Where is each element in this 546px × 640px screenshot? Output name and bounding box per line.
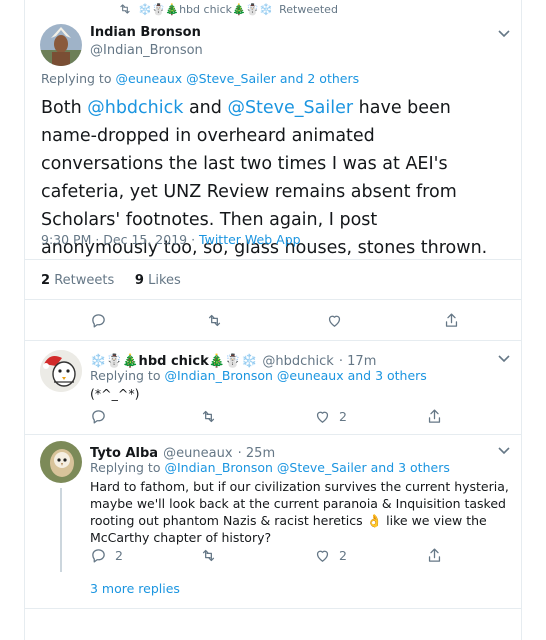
tweet-text-part: Both <box>41 98 88 118</box>
retweets-stat[interactable]: 2 Retweets <box>41 273 114 288</box>
retweeter-name[interactable]: ❄️☃️🎄hbd chick🎄☃️❄️ <box>138 3 273 16</box>
reply-time[interactable]: · 25m <box>238 446 275 461</box>
divider <box>24 340 522 341</box>
reply-author-name[interactable]: ❄️☃️🎄hbd chick🎄☃️❄️ <box>90 354 257 369</box>
replying-to: Replying to @Indian_Bronson @Steve_Saile… <box>90 460 450 475</box>
likes-stat[interactable]: 9 Likes <box>135 273 181 288</box>
tweet-text-part: and <box>183 98 228 118</box>
divider <box>24 259 522 260</box>
retweet-button[interactable] <box>200 547 217 564</box>
replying-prefix: Replying to <box>90 368 161 383</box>
replying-to: Replying to @Indian_Bronson @euneaux and… <box>90 368 427 383</box>
reply-button[interactable] <box>90 312 107 329</box>
avatar[interactable] <box>40 24 82 66</box>
mention-link[interactable]: @Steve_Sailer <box>227 98 353 118</box>
chevron-down-icon[interactable] <box>498 30 510 38</box>
author-block: Indian Bronson @Indian_Bronson <box>90 25 203 58</box>
share-icon <box>428 548 441 562</box>
share-button[interactable] <box>426 408 443 425</box>
likes-label: Likes <box>148 273 181 288</box>
like-count: 2 <box>339 409 347 424</box>
retweet-banner: ❄️☃️🎄hbd chick🎄☃️❄️ Retweeted <box>118 2 338 16</box>
like-icon <box>316 411 329 423</box>
more-replies-link[interactable]: 3 more replies <box>90 581 180 596</box>
like-icon <box>328 315 341 327</box>
replying-prefix: Replying to <box>41 71 112 86</box>
divider <box>24 434 522 435</box>
divider <box>24 299 522 300</box>
reply-icon <box>92 314 105 328</box>
reply-text: (*^_^*) <box>90 386 140 401</box>
like-count: 2 <box>339 548 347 563</box>
retweet-icon <box>202 410 215 423</box>
author-handle[interactable]: @Indian_Bronson <box>90 43 203 58</box>
reply-icon <box>92 549 105 563</box>
reply-author-handle[interactable]: @euneaux <box>163 446 232 461</box>
replying-others[interactable]: and 3 others <box>371 460 450 475</box>
reply-button[interactable]: 2 <box>90 547 123 564</box>
tweet-meta: 9:30 PM · Dec 15, 2019 · Twitter Web App <box>41 232 301 247</box>
replying-others[interactable]: and 3 others <box>348 368 427 383</box>
replying-targets[interactable]: @Indian_Bronson @euneaux <box>164 368 343 383</box>
replying-targets[interactable]: @Indian_Bronson @Steve_Sailer <box>164 460 366 475</box>
reply-author-name[interactable]: Tyto Alba <box>90 446 158 461</box>
author-name[interactable]: Indian Bronson <box>90 25 203 40</box>
reply-header: Tyto Alba @euneaux · 25m <box>90 442 275 461</box>
replying-targets[interactable]: @euneaux @Steve_Sailer <box>115 71 275 86</box>
share-icon <box>428 409 441 423</box>
likes-count: 9 <box>134 273 144 288</box>
source-link[interactable]: Twitter Web App <box>199 232 301 247</box>
reply-icon <box>92 410 105 424</box>
replying-prefix: Replying to <box>90 460 161 475</box>
retweet-icon <box>202 549 215 562</box>
share-icon <box>445 313 458 327</box>
tweet-stats: 2 Retweets 9 Likes <box>41 273 181 288</box>
avatar[interactable] <box>40 350 82 392</box>
retweets-count: 2 <box>41 273 51 288</box>
like-icon <box>316 550 329 562</box>
like-button[interactable]: 2 <box>314 408 347 425</box>
retweet-button[interactable] <box>200 408 217 425</box>
reply-count: 2 <box>115 548 123 563</box>
share-button[interactable] <box>443 312 460 329</box>
reply-button[interactable] <box>90 408 115 425</box>
retweet-icon <box>120 4 130 14</box>
retweeted-label: Retweeted <box>279 2 338 16</box>
reply-time[interactable]: · 17m <box>339 354 376 369</box>
reply-header: ❄️☃️🎄hbd chick🎄☃️❄️ @hbdchick · 17m <box>90 350 376 369</box>
avatar[interactable] <box>40 441 82 483</box>
replying-others[interactable]: and 2 others <box>280 71 359 86</box>
chevron-down-icon[interactable] <box>498 355 510 363</box>
share-button[interactable] <box>426 547 443 564</box>
chevron-down-icon[interactable] <box>498 447 510 455</box>
retweets-label: Retweets <box>54 273 115 288</box>
retweet-button[interactable] <box>206 312 223 329</box>
replying-to: Replying to @euneaux @Steve_Sailer and 2… <box>41 71 359 86</box>
divider <box>24 608 522 609</box>
retweet-icon <box>208 314 221 327</box>
like-button[interactable] <box>326 312 343 329</box>
thread-line <box>60 488 62 572</box>
meta-separator: · <box>187 232 200 247</box>
timestamp[interactable]: 9:30 PM · Dec 15, 2019 <box>41 232 187 247</box>
reply-author-handle[interactable]: @hbdchick <box>262 354 333 369</box>
mention-link[interactable]: @hbdchick <box>87 98 183 118</box>
like-button[interactable]: 2 <box>314 547 347 564</box>
reply-text: Hard to fathom, but if our civilization … <box>90 479 509 545</box>
